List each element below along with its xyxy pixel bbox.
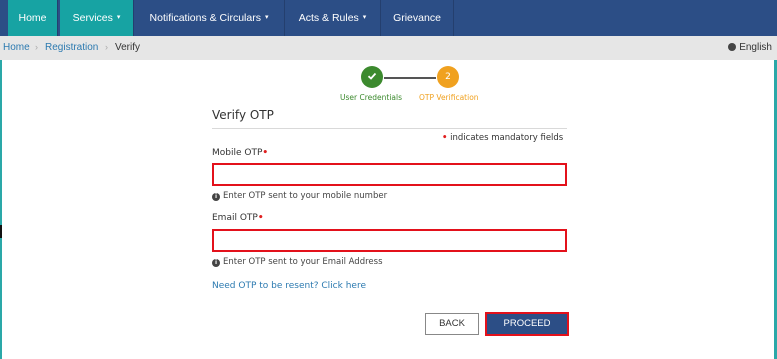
step2-label: OTP Verification: [419, 93, 479, 102]
email-otp-label: Email OTP•: [212, 213, 264, 223]
language-selector[interactable]: English: [728, 42, 772, 53]
caret-down-icon: ▾: [362, 14, 367, 22]
proceed-button[interactable]: PROCEED: [485, 312, 569, 336]
proceed-button-label: PROCEED: [503, 318, 551, 329]
nav-home-label: Home: [18, 12, 47, 24]
email-otp-help-text: Enter OTP sent to your Email Address: [223, 257, 383, 267]
step-current: 2: [437, 66, 459, 88]
nav-notifications-label: Notifications & Circulars: [149, 12, 261, 24]
breadcrumb-separator: ›: [105, 42, 108, 52]
stepper-connector: [384, 77, 436, 79]
nav-acts-label: Acts & Rules: [298, 12, 359, 24]
caret-down-icon: ▾: [264, 14, 269, 22]
step-completed: [361, 66, 383, 88]
breadcrumb: Home › Registration › Verify English: [0, 36, 777, 60]
resend-otp-link[interactable]: Need OTP to be resent? Click here: [212, 281, 366, 291]
language-label: English: [739, 42, 772, 53]
breadcrumb-home[interactable]: Home: [3, 42, 30, 53]
step1-label: User Credentials: [340, 93, 402, 102]
globe-icon: [728, 43, 737, 51]
nav-home[interactable]: Home: [8, 0, 58, 36]
caret-down-icon: ▾: [116, 14, 121, 22]
nav-services[interactable]: Services ▾: [60, 0, 134, 36]
nav-grievance[interactable]: Grievance: [381, 0, 454, 36]
mandatory-fields-note: • indicates mandatory fields: [442, 133, 563, 143]
text-cursor-mark: [0, 225, 2, 238]
breadcrumb-current: Verify: [115, 42, 141, 53]
nav-services-label: Services: [72, 12, 113, 24]
info-icon: i: [212, 193, 220, 201]
mobile-otp-help-text: Enter OTP sent to your mobile number: [223, 191, 388, 201]
required-marker: •: [257, 213, 264, 223]
mobile-otp-label-text: Mobile OTP: [212, 148, 263, 158]
mobile-otp-help: i Enter OTP sent to your mobile number: [212, 191, 387, 201]
breadcrumb-separator: ›: [35, 42, 38, 52]
required-marker: •: [262, 148, 269, 158]
page-title: Verify OTP: [212, 108, 274, 122]
mandatory-note-text: indicates mandatory fields: [450, 133, 564, 143]
checkmark-icon: [367, 72, 377, 80]
back-button[interactable]: BACK: [425, 313, 479, 335]
nav-acts-rules[interactable]: Acts & Rules ▾: [285, 0, 381, 36]
mobile-otp-input[interactable]: [212, 163, 567, 186]
required-marker: •: [442, 133, 448, 143]
email-otp-label-text: Email OTP: [212, 213, 258, 223]
top-navigation: Home Services ▾ Notifications & Circulars…: [0, 0, 777, 36]
email-otp-input[interactable]: [212, 229, 567, 252]
info-icon: i: [212, 259, 220, 267]
nav-grievance-label: Grievance: [393, 12, 441, 24]
mobile-otp-label: Mobile OTP•: [212, 148, 268, 158]
nav-notifications-circulars[interactable]: Notifications & Circulars ▾: [134, 0, 285, 36]
content-frame-left-border: [0, 60, 2, 359]
title-divider: [212, 128, 567, 129]
email-otp-help: i Enter OTP sent to your Email Address: [212, 257, 383, 267]
breadcrumb-registration[interactable]: Registration: [45, 42, 98, 53]
